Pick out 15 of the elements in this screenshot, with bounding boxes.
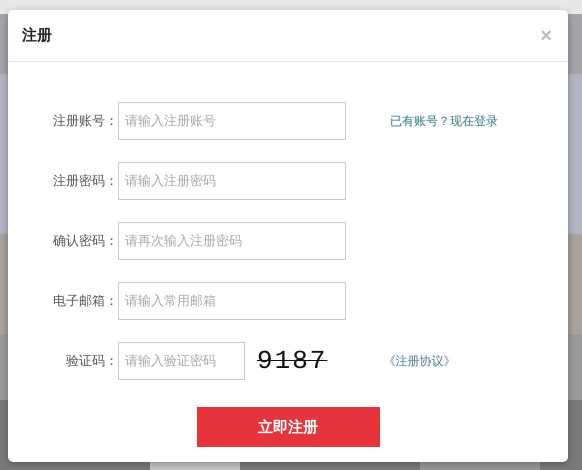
register-button[interactable]: 立即注册 bbox=[196, 407, 380, 447]
password-field[interactable]: 请输入注册密码 bbox=[118, 162, 346, 200]
captcha-image[interactable]: 9187 bbox=[257, 346, 328, 376]
dialog-title: 注册 bbox=[22, 26, 52, 45]
field-label: 注册密码： bbox=[52, 173, 118, 190]
agreement-link[interactable]: 《注册协议》 bbox=[383, 352, 456, 370]
account-field[interactable]: 请输入注册账号 bbox=[118, 102, 346, 140]
captcha-field[interactable]: 请输入验证密码 bbox=[118, 342, 245, 380]
field-label: 注册账号： bbox=[52, 113, 118, 130]
field-label: 电子邮箱： bbox=[52, 293, 118, 310]
password-field[interactable]: 请再次输入注册密码 bbox=[118, 222, 346, 260]
field-label: 验证码： bbox=[65, 353, 118, 370]
field-label: 确认密码： bbox=[52, 233, 118, 250]
login-link[interactable]: 已有账号？现在登录 bbox=[390, 112, 498, 130]
email-field[interactable]: 请输入常用邮箱 bbox=[118, 282, 346, 320]
